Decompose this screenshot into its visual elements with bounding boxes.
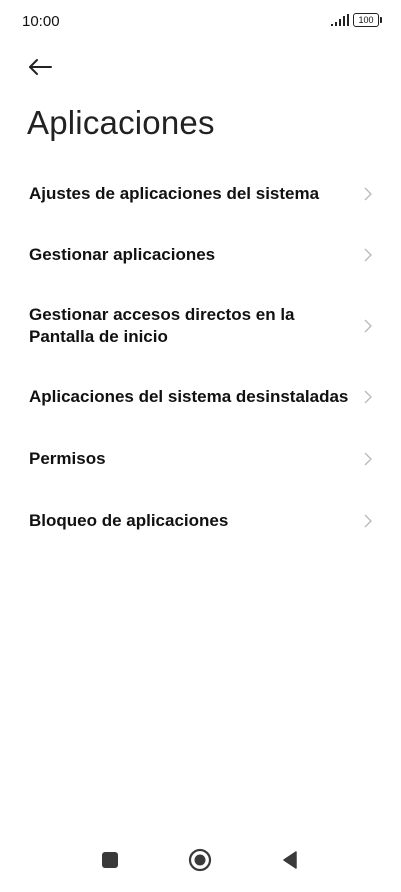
menu-item-label: Bloqueo de aplicaciones	[29, 511, 229, 530]
back-button[interactable]	[26, 54, 56, 80]
battery-level: 100	[358, 15, 374, 25]
chevron-right-icon	[364, 452, 372, 466]
triangle-back-icon	[283, 851, 297, 869]
menu-item-uninstalled-system-apps[interactable]: Aplicaciones del sistema desinstaladas	[0, 375, 401, 419]
chevron-right-icon	[364, 514, 372, 528]
menu-item-app-lock[interactable]: Bloqueo de aplicaciones	[0, 499, 401, 543]
navigation-bar	[0, 832, 401, 892]
square-icon	[102, 852, 118, 868]
page-title: Aplicaciones	[27, 104, 215, 141]
chevron-right-icon	[364, 319, 372, 333]
menu-item-system-app-settings[interactable]: Ajustes de aplicaciones del sistema	[0, 172, 401, 216]
menu-item-home-shortcuts[interactable]: Gestionar accesos directos en la Pantall…	[0, 298, 401, 356]
settings-screen: 10:00 100 Aplicaciones Ajustes de aplica…	[0, 0, 401, 892]
status-time: 10:00	[22, 13, 60, 30]
circle-icon	[188, 848, 212, 872]
menu-item-label: Ajustes de aplicaciones del sistema	[29, 184, 320, 203]
chevron-right-icon	[364, 248, 372, 262]
signal-icon	[331, 14, 349, 26]
recents-button[interactable]	[96, 846, 124, 874]
menu-item-label: Gestionar aplicaciones	[29, 245, 216, 264]
menu-item-permissions[interactable]: Permisos	[0, 437, 401, 481]
chevron-right-icon	[364, 187, 372, 201]
menu-item-manage-apps[interactable]: Gestionar aplicaciones	[0, 233, 401, 277]
status-icons: 100	[331, 13, 382, 27]
back-arrow-icon	[29, 59, 52, 75]
menu-item-label: Permisos	[29, 449, 106, 468]
chevron-right-icon	[364, 390, 372, 404]
menu-item-label: Aplicaciones del sistema desinstaladas	[29, 387, 349, 406]
battery-icon: 100	[353, 13, 382, 27]
menu-item-label: Gestionar accesos directos en la Pantall…	[29, 305, 295, 346]
home-button[interactable]	[186, 846, 214, 874]
status-bar: 10:00 100	[0, 0, 401, 40]
nav-back-button[interactable]	[276, 846, 304, 874]
